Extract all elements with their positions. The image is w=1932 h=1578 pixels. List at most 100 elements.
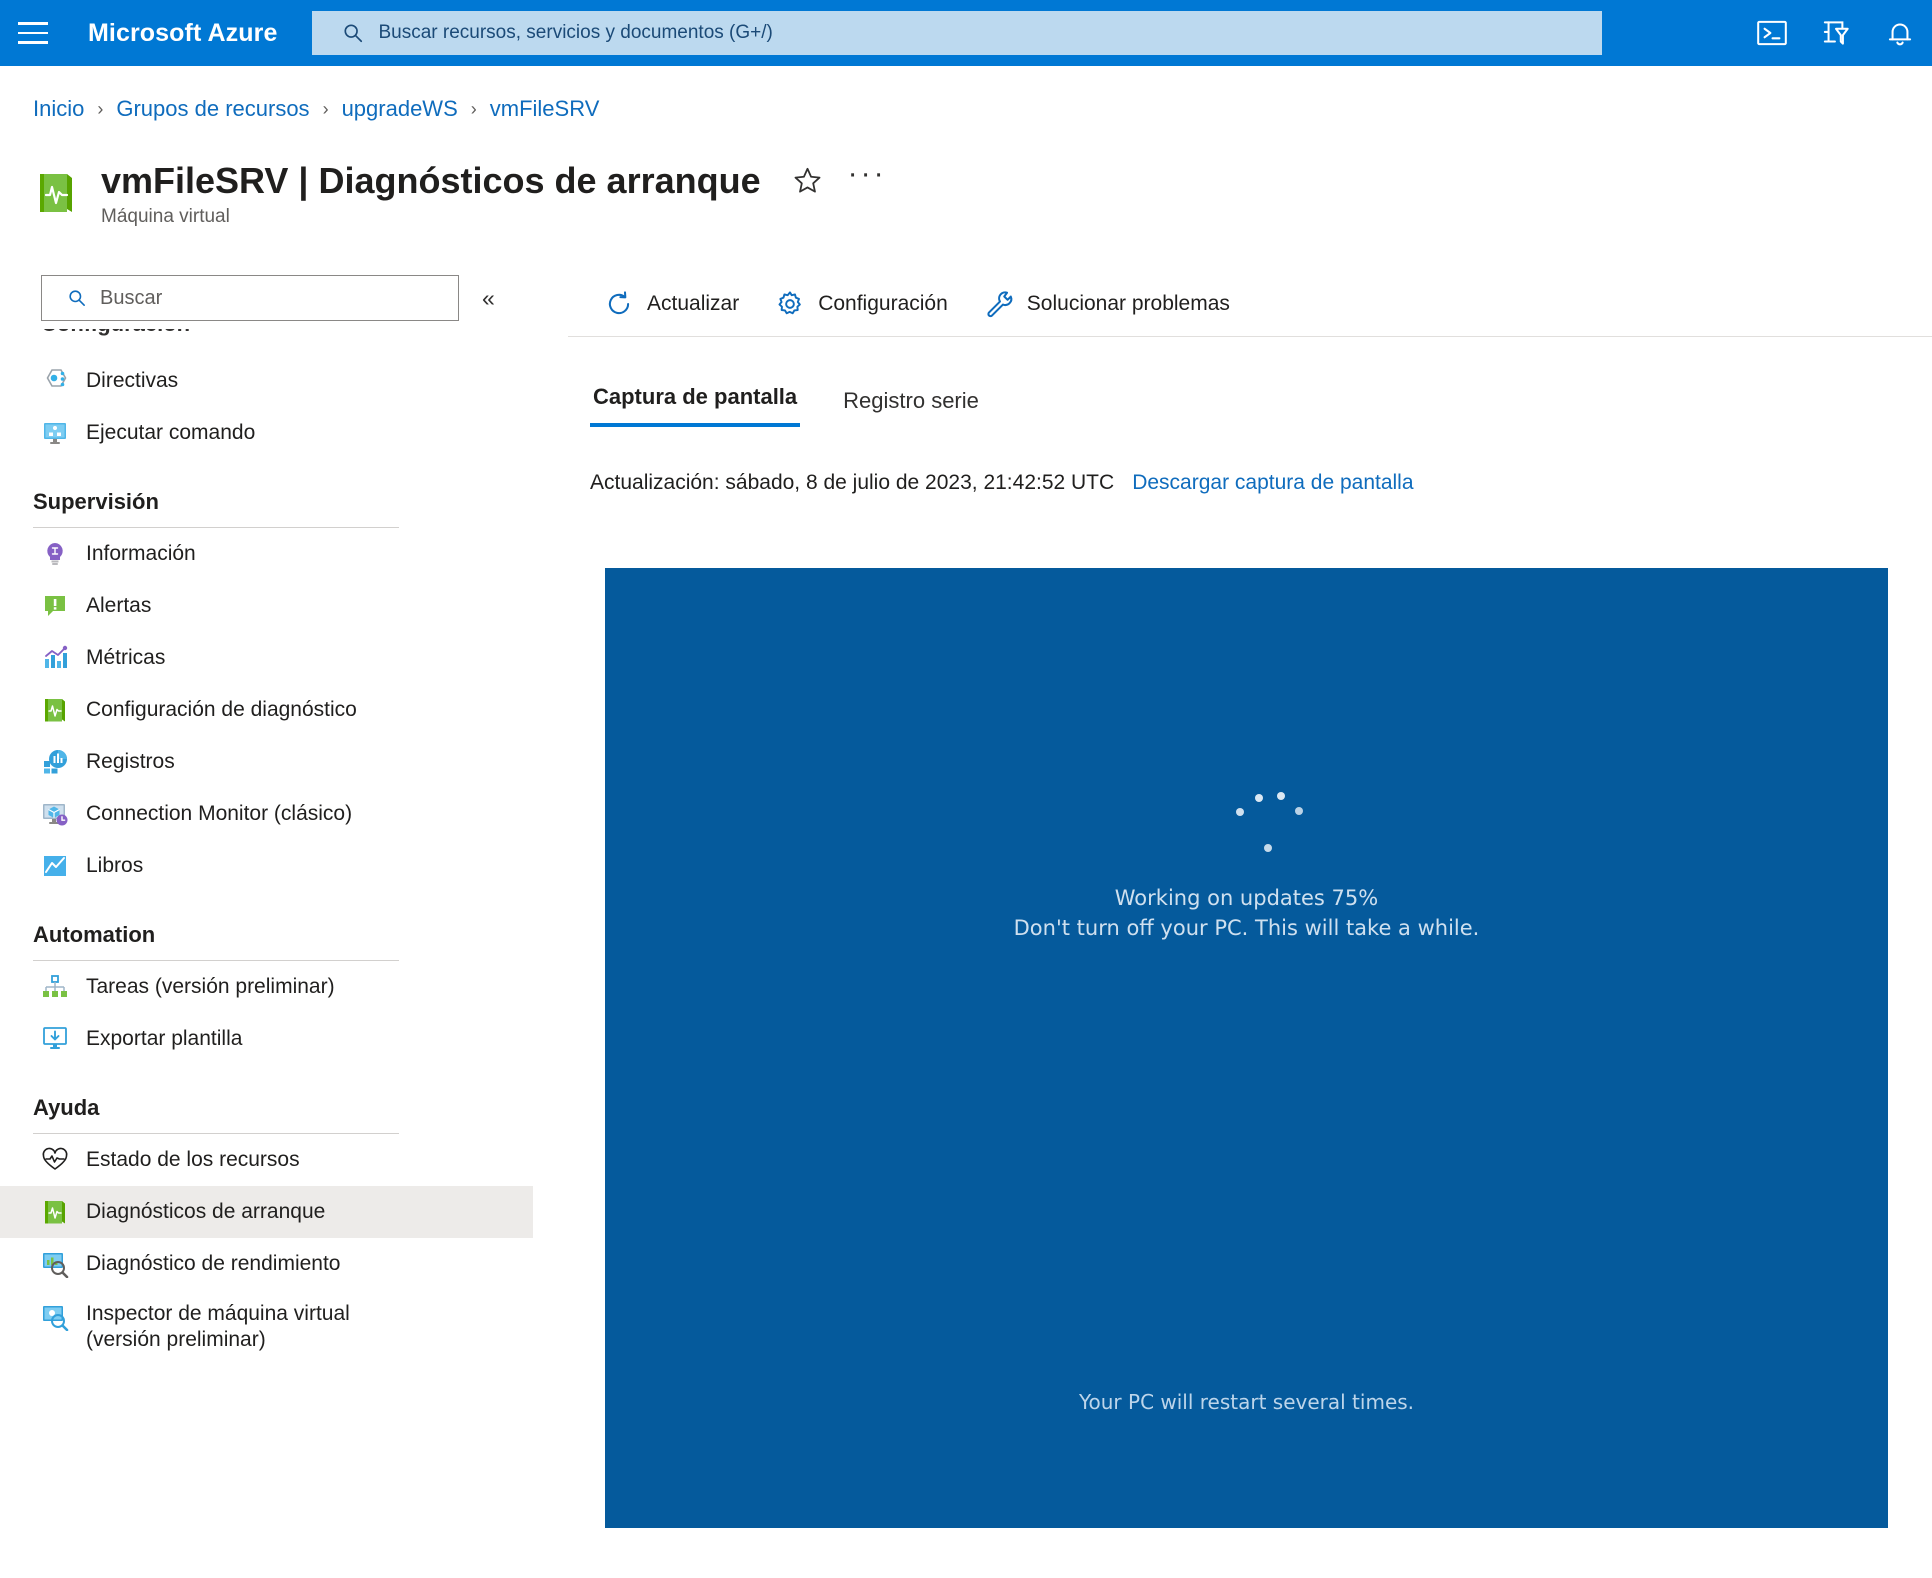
boot-diagnostics-screenshot[interactable]: Working on updates 75% Don't turn off yo… (605, 568, 1888, 1528)
double-chevron-left-icon[interactable]: « (482, 286, 495, 310)
breadcrumb-item-inicio[interactable]: Inicio (33, 96, 84, 122)
sidebar-section-title: Ayuda (33, 1095, 100, 1120)
logs-icon (41, 748, 69, 776)
sidebar-item-libros[interactable]: Libros (0, 840, 533, 892)
sidebar-item-inspector-de-maquina-virtual[interactable]: Inspector de máquina virtual (versión pr… (0, 1290, 533, 1368)
sidebar-item-label: Diagnósticos de arranque (86, 1200, 326, 1224)
sidebar-item-label: Exportar plantilla (86, 1027, 243, 1051)
breadcrumb-item-grupos-de-recursos[interactable]: Grupos de recursos (116, 96, 309, 122)
troubleshoot-label: Solucionar problemas (1026, 292, 1230, 315)
diagnostic-settings-icon (41, 696, 69, 724)
page-title: vmFileSRV | Diagnósticos de arranque (101, 160, 761, 201)
command-bar-divider (568, 336, 1932, 337)
tab-registro-serie[interactable]: Registro serie (840, 388, 982, 427)
tasks-icon (41, 973, 69, 1001)
vm-inspector-icon (41, 1303, 69, 1332)
boot-diagnostics-icon (41, 1198, 69, 1226)
sidebar-item-connection-monitor-clasico[interactable]: Connection Monitor (clásico) (0, 788, 533, 840)
sidebar-item-estado-de-los-recursos[interactable]: Estado de los recursos (0, 1134, 533, 1186)
star-outline-icon[interactable] (793, 166, 822, 195)
sidebar-item-label: Métricas (86, 646, 166, 670)
update-progress-line: Working on updates 75% (1114, 886, 1379, 910)
page-subtitle: Máquina virtual (101, 206, 230, 228)
sidebar-item-diagnosticos-de-arranque[interactable]: Diagnósticos de arranque (0, 1186, 533, 1238)
sidebar-item-exportar-plantilla[interactable]: Exportar plantilla (0, 1013, 533, 1065)
sidebar-section-ayuda: Ayuda (0, 1095, 533, 1134)
virtual-machine-diagnostics-icon (33, 170, 77, 216)
search-placeholder: Buscar (100, 286, 163, 309)
notifications-bell-icon[interactable] (1868, 0, 1932, 66)
sidebar-item-label-second-line: (versión preliminar) (86, 1327, 266, 1351)
sidebar-section-supervision: Supervisión (0, 489, 533, 528)
breadcrumb: Inicio › Grupos de recursos › upgradeWS … (33, 96, 599, 122)
sidebar-item-metricas[interactable]: Métricas (0, 632, 533, 684)
policy-icon (41, 367, 69, 395)
download-screenshot-link[interactable]: Descargar captura de pantalla (1132, 471, 1413, 495)
ellipsis-icon[interactable]: ··· (848, 159, 887, 195)
workbooks-icon (41, 852, 69, 880)
sidebar-item-label: Información (86, 542, 196, 566)
resource-menu: Buscar « Configuración Directivas (0, 272, 533, 1578)
metrics-chart-icon (41, 644, 69, 672)
settings-label: Configuración (818, 292, 948, 315)
update-warning-line: Don't turn off your PC. This will take a… (1013, 915, 1480, 940)
alerts-icon (41, 592, 69, 620)
sidebar-item-diagnostico-de-rendimiento[interactable]: Diagnóstico de rendimiento (0, 1238, 533, 1290)
search-input[interactable]: Buscar (41, 275, 459, 321)
breadcrumb-separator: › (322, 98, 329, 119)
sidebar-section-title: Supervisión (33, 489, 159, 514)
breadcrumb-separator: › (97, 98, 104, 119)
sidebar-item-ejecutar-comando[interactable]: Ejecutar comando (0, 407, 533, 459)
settings-button[interactable]: Configuración (761, 282, 962, 326)
azure-brand-logo[interactable]: Microsoft Azure (88, 19, 277, 48)
update-status-text: Working on updates 75% Don't turn off yo… (605, 884, 1888, 944)
troubleshoot-button[interactable]: Solucionar problemas (970, 282, 1244, 326)
sidebar-item-registros[interactable]: Registros (0, 736, 533, 788)
sidebar-section-automation: Automation (0, 922, 533, 961)
sidebar-item-directivas[interactable]: Directivas (0, 355, 533, 407)
clipped-scrolled-item: Configuración (0, 329, 533, 355)
sidebar-item-label: Tareas (versión preliminar) (86, 975, 335, 999)
sidebar-item-alertas[interactable]: Alertas (0, 580, 533, 632)
sidebar-item-label: Diagnóstico de rendimiento (86, 1252, 341, 1276)
cloud-shell-icon[interactable] (1740, 0, 1804, 66)
sidebar-item-label: Libros (86, 854, 144, 878)
breadcrumb-item-upgradews[interactable]: upgradeWS (342, 96, 458, 122)
sidebar-item-label: Ejecutar comando (86, 421, 256, 445)
search-icon (67, 288, 87, 308)
status-line: Actualización: sábado, 8 de julio de 202… (568, 471, 1414, 495)
resource-health-icon (41, 1146, 69, 1174)
insights-lightbulb-icon (41, 540, 69, 568)
sidebar-item-label: Configuración de diagnóstico (86, 698, 357, 722)
connection-monitor-icon (41, 800, 69, 828)
hamburger-icon[interactable] (0, 0, 66, 66)
sidebar-item-label: Estado de los recursos (86, 1148, 300, 1172)
page-header: vmFileSRV | Diagnósticos de arranque ···… (33, 159, 887, 228)
global-header-actions (1740, 0, 1932, 66)
sidebar-item-configuracion-de-diagnostico[interactable]: Configuración de diagnóstico (0, 684, 533, 736)
sidebar-item-informacion[interactable]: Información (0, 528, 533, 580)
loading-spinner-icon (605, 786, 1888, 856)
sidebar-item-label: Alertas (86, 594, 152, 618)
main-content: Actualizar Configuración Solucionar prob… (568, 272, 1932, 495)
last-updated-text: Actualización: sábado, 8 de julio de 202… (590, 471, 1115, 494)
tab-captura-de-pantalla[interactable]: Captura de pantalla (590, 384, 801, 427)
sidebar-item-label: Directivas (86, 369, 179, 393)
global-search-input[interactable]: Buscar recursos, servicios y documentos … (312, 11, 1603, 55)
resource-menu-search-row: Buscar « (0, 272, 533, 324)
performance-diagnostics-icon (41, 1250, 69, 1279)
refresh-button[interactable]: Actualizar (590, 282, 753, 326)
search-icon (342, 22, 364, 44)
sidebar-item-tareas[interactable]: Tareas (versión preliminar) (0, 961, 533, 1013)
breadcrumb-item-vmfilesrv[interactable]: vmFileSRV (490, 96, 600, 122)
sidebar-section-title: Automation (33, 922, 156, 947)
wrench-icon (984, 289, 1014, 319)
sidebar-item-label: Registros (86, 750, 175, 774)
directories-subscriptions-icon[interactable] (1804, 0, 1868, 66)
gear-icon (775, 289, 805, 319)
global-header: Microsoft Azure Buscar recursos, servici… (0, 0, 1932, 66)
sidebar-item-label: Inspector de máquina virtual (86, 1302, 350, 1325)
refresh-icon (604, 289, 634, 319)
export-template-icon (41, 1025, 69, 1053)
sidebar-item-label: Connection Monitor (clásico) (86, 802, 353, 826)
